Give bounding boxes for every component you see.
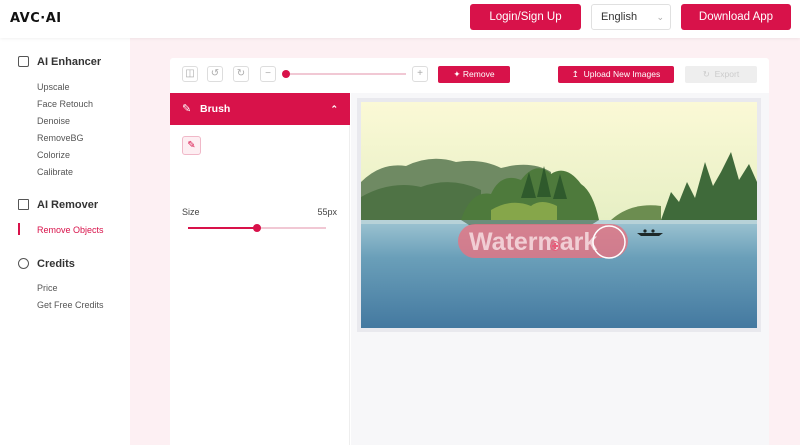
watermark-text: Watermark: [469, 228, 597, 256]
chevron-up-icon: ⌃: [330, 104, 338, 114]
lake-photo[interactable]: Watermark: [361, 102, 757, 328]
language-select[interactable]: English ⌄: [591, 4, 671, 30]
upload-icon: ↥: [571, 69, 584, 79]
compare-icon[interactable]: ◫: [182, 66, 198, 82]
login-signup-button[interactable]: Login/Sign Up: [470, 4, 581, 30]
zoom-slider-track[interactable]: [285, 73, 406, 75]
size-value: 55px: [317, 207, 337, 217]
remove-label: Remove: [462, 69, 495, 79]
logo[interactable]: AVC·AI: [10, 11, 62, 26]
eraser-tool-icon[interactable]: ✎: [182, 136, 201, 155]
magic-wand-icon: ✦: [453, 69, 463, 79]
upload-new-images-button[interactable]: ↥ Upload New Images: [558, 66, 674, 83]
brush-panel: ✎ Brush ⌃ ✎ Size 55px: [170, 93, 350, 445]
section-ai-remover[interactable]: AI Remover: [18, 199, 98, 211]
sidebar: AI Enhancer Upscale Face Retouch Denoise…: [0, 38, 130, 445]
sidebar-item-remove-objects[interactable]: Remove Objects: [37, 225, 104, 235]
zoom-in-icon[interactable]: +: [412, 66, 428, 82]
redo-icon[interactable]: ↻: [233, 66, 249, 82]
image-icon: [18, 56, 29, 67]
upload-label: Upload New Images: [583, 69, 661, 79]
size-label: Size: [182, 207, 200, 217]
section-ai-enhancer[interactable]: AI Enhancer: [18, 56, 101, 68]
size-slider-handle[interactable]: [253, 224, 261, 232]
sidebar-item-get-free-credits[interactable]: Get Free Credits: [37, 300, 104, 310]
canvas-area: Watermark: [351, 93, 769, 445]
remove-button[interactable]: ✦ Remove: [438, 66, 510, 83]
credits-icon: [18, 258, 29, 269]
size-slider-fill: [188, 227, 257, 229]
language-value: English: [601, 11, 638, 23]
image-frame: Watermark: [357, 98, 761, 332]
chevron-down-icon: ⌄: [656, 12, 664, 22]
edit-icon: [18, 199, 29, 210]
active-indicator: [18, 223, 20, 235]
brush-header[interactable]: ✎ Brush ⌃: [170, 93, 350, 125]
section-title: AI Enhancer: [37, 56, 102, 68]
sidebar-item-denoise[interactable]: Denoise: [37, 116, 70, 126]
zoom-out-icon[interactable]: −: [260, 66, 276, 82]
toolbar: ◫ ↺ ↻ − + ✦ Remove ↥ Upload New Images ↻…: [170, 58, 769, 92]
sidebar-item-calibrate[interactable]: Calibrate: [37, 167, 73, 177]
workspace: ◫ ↺ ↻ − + ✦ Remove ↥ Upload New Images ↻…: [170, 58, 769, 445]
download-app-button[interactable]: Download App: [681, 4, 791, 30]
brush-title: Brush: [200, 103, 231, 115]
section-title: AI Remover: [37, 199, 99, 211]
undo-icon[interactable]: ↺: [207, 66, 223, 82]
zoom-slider-handle[interactable]: [282, 70, 290, 78]
section-title: Credits: [37, 258, 75, 270]
export-icon: ↻: [702, 69, 715, 79]
sidebar-item-price[interactable]: Price: [37, 283, 58, 293]
section-credits[interactable]: Credits: [18, 258, 75, 270]
export-button[interactable]: ↻ Export: [685, 66, 757, 83]
top-bar: AVC·AI Login/Sign Up English ⌄ Download …: [0, 0, 800, 38]
sidebar-item-colorize[interactable]: Colorize: [37, 150, 70, 160]
sidebar-item-removebg[interactable]: RemoveBG: [37, 133, 84, 143]
sidebar-item-upscale[interactable]: Upscale: [37, 82, 70, 92]
export-label: Export: [714, 69, 740, 79]
sidebar-item-face-retouch[interactable]: Face Retouch: [37, 99, 93, 109]
brush-icon: ✎: [182, 103, 192, 115]
